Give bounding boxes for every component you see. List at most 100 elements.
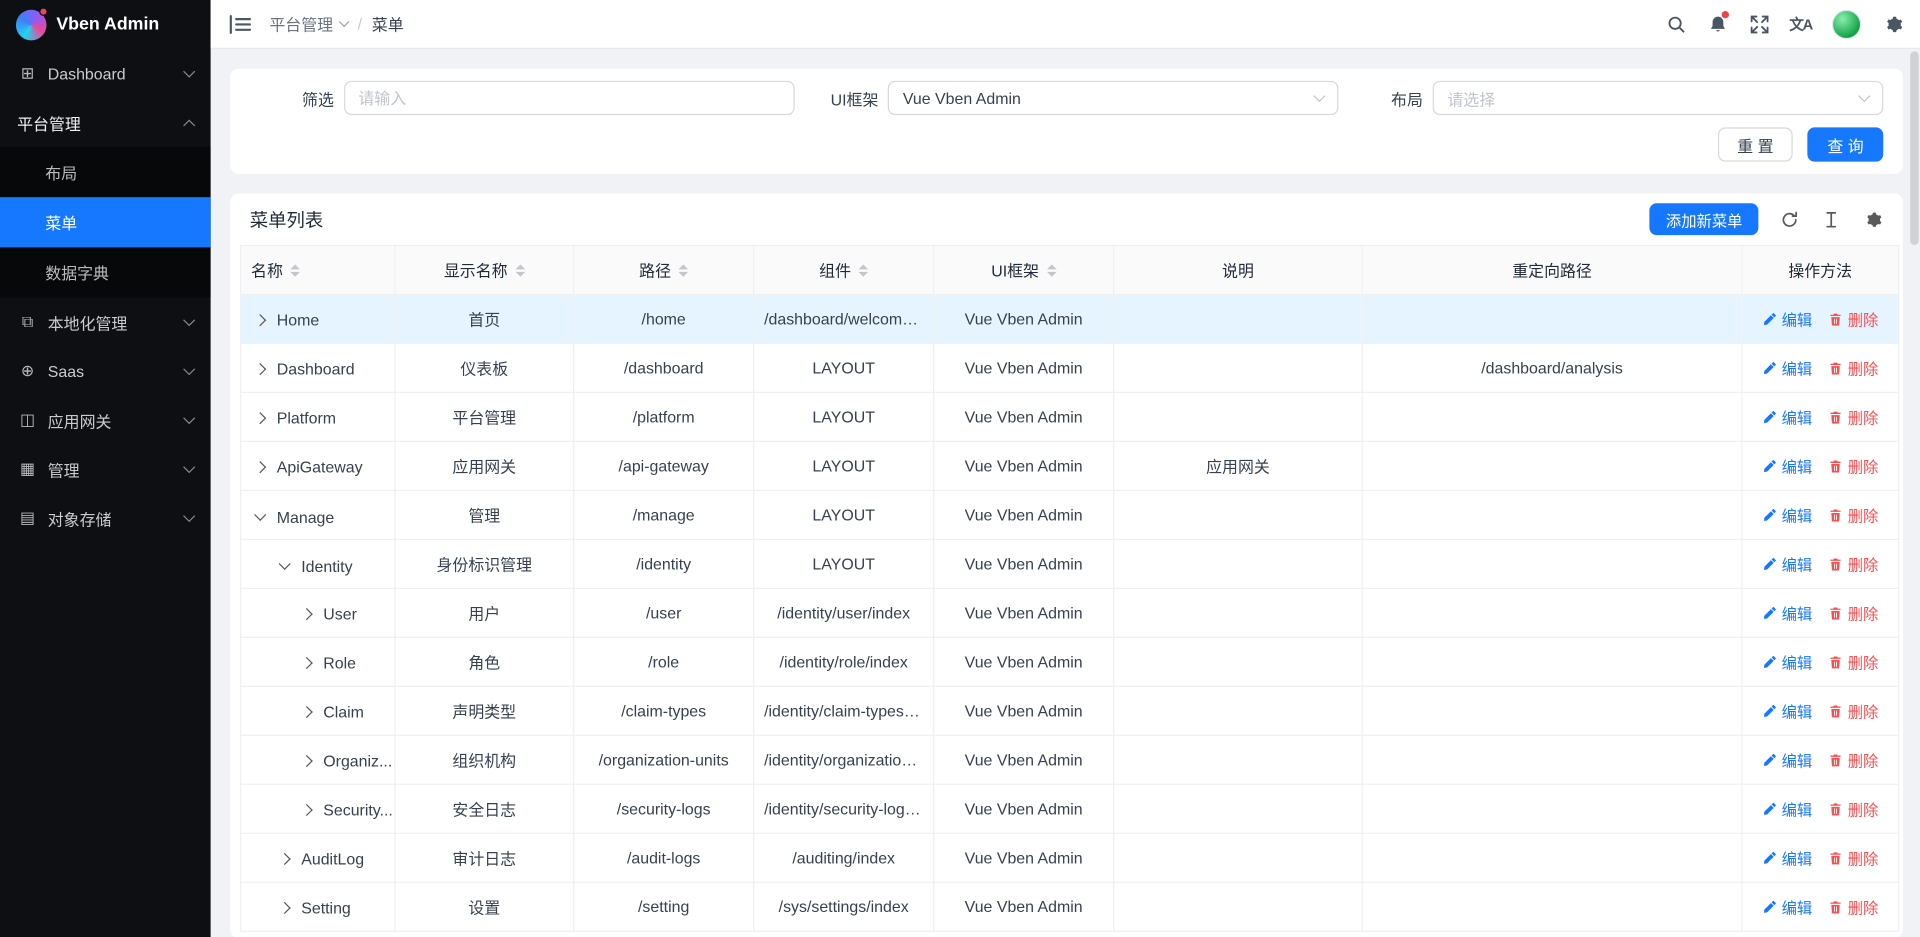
add-menu-button[interactable]: 添加新菜单 (1650, 203, 1758, 235)
delete-button[interactable]: 删除 (1828, 601, 1878, 624)
expand-node-icon[interactable] (301, 803, 313, 815)
expand-node-icon[interactable] (254, 314, 266, 326)
logo[interactable]: Vben Admin (0, 0, 211, 49)
cell-framework: Vue Vben Admin (934, 539, 1114, 588)
edit-button[interactable]: 编辑 (1762, 846, 1812, 869)
delete-button[interactable]: 删除 (1828, 748, 1878, 771)
edit-button[interactable]: 编辑 (1762, 405, 1812, 428)
sorter-icon[interactable] (515, 264, 525, 276)
fullscreen-icon[interactable] (1749, 13, 1770, 34)
filter-keyword-input[interactable] (344, 81, 795, 115)
table-row[interactable]: Setting设置/setting/sys/settings/indexVue … (241, 882, 1899, 931)
row-height-icon[interactable] (1821, 209, 1842, 230)
sidebar-item-manage[interactable]: ▦管理 (0, 444, 211, 493)
table-row[interactable]: Identity身份标识管理/identityLAYOUTVue Vben Ad… (241, 539, 1899, 588)
expand-node-icon[interactable] (254, 363, 266, 375)
delete-button[interactable]: 删除 (1828, 797, 1878, 820)
vertical-scrollbar[interactable] (1910, 49, 1919, 937)
sidebar-item-dashboard[interactable]: ⊞Dashboard (0, 49, 211, 98)
delete-button[interactable]: 删除 (1828, 454, 1878, 477)
sidebar-collapse-icon[interactable] (228, 12, 252, 36)
table-row[interactable]: Manage管理/manageLAYOUTVue Vben Admin编辑删除 (241, 490, 1899, 539)
table-row[interactable]: Organiz...组织机构/organization-units/identi… (241, 735, 1899, 784)
table-row[interactable]: AuditLog审计日志/audit-logs/auditing/indexVu… (241, 833, 1899, 882)
table-row[interactable]: Claim声明类型/claim-types/identity/claim-typ… (241, 686, 1899, 735)
edit-button[interactable]: 编辑 (1762, 552, 1812, 575)
expand-node-icon[interactable] (279, 901, 291, 913)
table-row[interactable]: Platform平台管理/platformLAYOUTVue Vben Admi… (241, 392, 1899, 441)
delete-button[interactable]: 删除 (1828, 699, 1878, 722)
sorter-icon[interactable] (858, 264, 868, 276)
table-settings-gear-icon[interactable] (1862, 209, 1883, 230)
delete-button[interactable]: 删除 (1828, 405, 1878, 428)
cell-path: /audit-logs (574, 833, 754, 882)
sidebar-subitem-menu[interactable]: 菜单 (0, 197, 211, 247)
framework-select[interactable]: Vue Vben Admin (888, 81, 1339, 115)
edit-button[interactable]: 编辑 (1762, 895, 1812, 918)
sidebar-subitem-layout[interactable]: 布局 (0, 147, 211, 197)
edit-button[interactable]: 编辑 (1762, 748, 1812, 771)
sidebar-subitem-dictionary[interactable]: 数据字典 (0, 247, 211, 297)
column-header-framework[interactable]: UI框架 (934, 246, 1114, 295)
column-header-name[interactable]: 名称 (241, 246, 395, 295)
translate-icon[interactable]: 文A (1790, 13, 1811, 34)
cell-component: /identity/security-logs/i... (754, 784, 934, 833)
settings-gear-icon[interactable] (1882, 13, 1903, 34)
edit-button[interactable]: 编辑 (1762, 503, 1812, 526)
row-name: Manage (277, 508, 335, 526)
sidebar-item-platform[interactable]: 平台管理 (0, 98, 211, 147)
table-row[interactable]: ApiGateway应用网关/api-gatewayLAYOUTVue Vben… (241, 441, 1899, 490)
cell-display-name: 首页 (395, 294, 574, 343)
collapse-node-icon[interactable] (279, 557, 291, 569)
sorter-icon[interactable] (290, 264, 300, 276)
column-header-path[interactable]: 路径 (574, 246, 754, 295)
sorter-icon[interactable] (678, 264, 688, 276)
sidebar-item-storage[interactable]: ▤对象存储 (0, 493, 211, 542)
cell-display-name: 声明类型 (395, 686, 574, 735)
search-icon[interactable] (1665, 13, 1686, 34)
edit-button[interactable]: 编辑 (1762, 699, 1812, 722)
sidebar-item-gateway[interactable]: ◫应用网关 (0, 396, 211, 445)
column-header-display-name[interactable]: 显示名称 (395, 246, 574, 295)
column-header-component[interactable]: 组件 (754, 246, 934, 295)
delete-button[interactable]: 删除 (1828, 846, 1878, 869)
edit-button[interactable]: 编辑 (1762, 797, 1812, 820)
expand-node-icon[interactable] (301, 705, 313, 717)
edit-button[interactable]: 编辑 (1762, 650, 1812, 673)
table-row[interactable]: Role角色/role/identity/role/indexVue Vben … (241, 637, 1899, 686)
expand-node-icon[interactable] (279, 852, 291, 864)
scrollbar-thumb[interactable] (1910, 51, 1919, 244)
avatar[interactable] (1832, 9, 1861, 38)
delete-button[interactable]: 删除 (1828, 552, 1878, 575)
delete-button[interactable]: 删除 (1828, 356, 1878, 379)
collapse-node-icon[interactable] (254, 508, 266, 520)
breadcrumb-section[interactable]: 平台管理 (269, 12, 347, 35)
expand-node-icon[interactable] (254, 460, 266, 472)
notification-bell-icon[interactable] (1707, 13, 1728, 34)
table-row[interactable]: Dashboard仪表板/dashboardLAYOUTVue Vben Adm… (241, 343, 1899, 392)
expand-node-icon[interactable] (301, 656, 313, 668)
query-button[interactable]: 查 询 (1808, 127, 1883, 161)
table-row[interactable]: Home首页/home/dashboard/welcome/in...Vue V… (241, 294, 1899, 343)
expand-node-icon[interactable] (301, 754, 313, 766)
edit-button[interactable]: 编辑 (1762, 356, 1812, 379)
reset-button[interactable]: 重 置 (1718, 127, 1793, 161)
refresh-icon[interactable] (1779, 209, 1800, 230)
sorter-icon[interactable] (1046, 264, 1056, 276)
delete-button[interactable]: 删除 (1828, 895, 1878, 918)
sidebar-item-localization[interactable]: ⧉本地化管理 (0, 298, 211, 347)
edit-button[interactable]: 编辑 (1762, 601, 1812, 624)
layout-select[interactable]: 请选择 (1433, 81, 1884, 115)
delete-button[interactable]: 删除 (1828, 650, 1878, 673)
sidebar-item-saas[interactable]: ⊕Saas (0, 347, 211, 396)
cell-actions: 编辑删除 (1742, 294, 1899, 343)
expand-node-icon[interactable] (254, 411, 266, 423)
delete-button[interactable]: 删除 (1828, 307, 1878, 330)
edit-button[interactable]: 编辑 (1762, 307, 1812, 330)
table-row[interactable]: User用户/user/identity/user/indexVue Vben … (241, 588, 1899, 637)
table-row[interactable]: Security...安全日志/security-logs/identity/s… (241, 784, 1899, 833)
delete-button[interactable]: 删除 (1828, 503, 1878, 526)
expand-node-icon[interactable] (301, 607, 313, 619)
edit-button[interactable]: 编辑 (1762, 454, 1812, 477)
sidebar: Vben Admin ⊞Dashboard平台管理布局菜单数据字典⧉本地化管理⊕… (0, 0, 211, 937)
